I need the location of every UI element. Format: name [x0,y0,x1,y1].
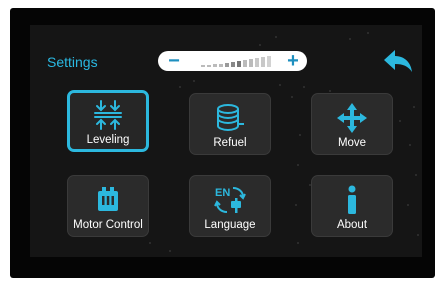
volume-level-bars [201,56,271,67]
language-button[interactable]: EN Language [189,175,271,237]
back-arrow-icon[interactable] [382,48,414,74]
move-label: Move [337,137,367,149]
move-button[interactable]: Move [311,93,393,155]
refuel-label: Refuel [213,137,247,149]
refuel-button[interactable]: Refuel [189,93,271,155]
svg-text:EN: EN [215,187,230,199]
about-button[interactable]: About [311,175,393,237]
motor-control-label: Motor Control [73,219,143,231]
leveling-label: Leveling [86,134,130,146]
language-icon: EN [214,187,246,213]
leveling-icon [94,100,122,130]
touch-screen: Settings − + Leveling Refuel Move Motor … [30,25,422,257]
move-arrows-icon [337,103,367,133]
language-label: Language [204,219,256,231]
motor-control-button[interactable]: Motor Control [67,175,149,237]
info-icon [348,185,356,214]
filament-spool-icon [217,104,244,132]
volume-down-button[interactable]: − [164,51,184,71]
volume-up-button[interactable]: + [283,51,303,71]
about-label: About [336,219,368,231]
leveling-button[interactable]: Leveling [67,90,149,152]
volume-slider[interactable]: − + [158,51,307,71]
motor-icon [98,187,118,211]
page-title: Settings [47,54,98,70]
